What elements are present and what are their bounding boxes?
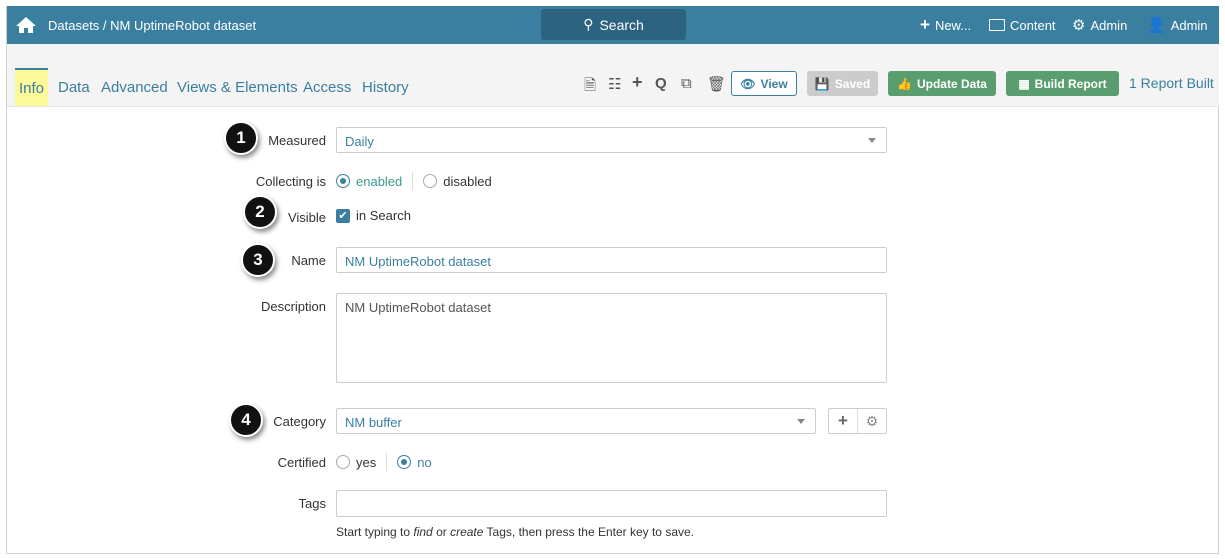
search-icon[interactable]: Q (655, 75, 667, 92)
enabled-label[interactable]: enabled (356, 174, 402, 189)
content-label: Content (1010, 17, 1056, 33)
chevron-down-icon (797, 419, 805, 424)
home-button[interactable] (15, 6, 37, 44)
plus-icon: + (920, 15, 930, 34)
step-badge-4: 4 (229, 403, 263, 437)
category-select[interactable]: NM buffer (336, 408, 816, 434)
document-icon[interactable]: 🗎 (584, 75, 596, 100)
build-report-button[interactable]: ▦ Build Report (1006, 71, 1119, 96)
new-label: New... (934, 17, 972, 33)
view-button[interactable]: 👁 View (731, 71, 797, 96)
search-icon: ⚲ (583, 16, 594, 32)
toolbar: Info Data Advanced Views & Elements Acce… (7, 44, 1219, 107)
help-text: or (432, 525, 451, 539)
update-data-label: Update Data (916, 76, 987, 91)
new-button[interactable]: + New... (920, 6, 971, 44)
thumbs-up-icon: 👍 (897, 76, 912, 91)
folder-icon (989, 19, 1005, 31)
chevron-down-icon (868, 138, 876, 143)
update-data-button[interactable]: 👍 Update Data (888, 71, 996, 96)
tab-history[interactable]: History (362, 68, 409, 106)
name-label: Name (291, 253, 326, 268)
breadcrumb[interactable]: Datasets / NM UptimeRobot dataset (48, 6, 256, 44)
tab-info[interactable]: Info (15, 68, 49, 106)
user-icon: 👤 (1147, 17, 1166, 34)
view-label: View (760, 76, 788, 91)
divider (386, 453, 388, 471)
search-button[interactable]: ⚲ Search (541, 9, 686, 40)
plus-icon[interactable]: + (632, 72, 643, 93)
copy-icon[interactable]: ⧉ (681, 75, 692, 92)
gear-icon: ⚙ (1072, 17, 1086, 34)
hierarchy-icon[interactable]: ☷ (608, 75, 621, 93)
saved-button[interactable]: 💾 Saved (807, 71, 878, 96)
admin-settings-button[interactable]: ⚙ Admin (1072, 6, 1127, 44)
save-icon: 💾 (814, 76, 830, 91)
collecting-label: Collecting is (255, 174, 326, 189)
user-label: Admin (1170, 17, 1208, 33)
top-bar: Datasets / NM UptimeRobot dataset ⚲ Searc… (7, 6, 1219, 44)
certified-label: Certified (277, 455, 326, 470)
build-report-label: Build Report (1034, 76, 1107, 91)
enabled-radio[interactable] (336, 174, 350, 188)
tags-input[interactable] (336, 490, 887, 517)
search-label: Search (599, 16, 644, 33)
step-badge-1: 1 (224, 121, 258, 155)
table-icon: ▦ (1018, 76, 1030, 91)
step-badge-3: 3 (241, 243, 275, 277)
in-search-label[interactable]: in Search (356, 208, 411, 223)
help-text: Start typing to (336, 525, 414, 539)
user-menu[interactable]: 👤 Admin (1147, 6, 1208, 44)
category-actions: + ⚙ (828, 408, 887, 434)
help-find: find (413, 525, 433, 539)
help-create: create (450, 525, 484, 539)
step-badge-2: 2 (243, 195, 277, 229)
tab-data[interactable]: Data (58, 68, 90, 106)
description-textarea[interactable]: NM UptimeRobot dataset (336, 293, 887, 383)
tab-views-elements[interactable]: Views & Elements (177, 68, 298, 106)
add-category-button[interactable]: + (829, 409, 858, 433)
tab-access[interactable]: Access (303, 68, 351, 106)
no-label[interactable]: no (417, 455, 431, 470)
yes-label[interactable]: yes (356, 455, 376, 470)
help-text: Tags, then press the Enter key to save. (483, 525, 694, 539)
reports-built-link[interactable]: 1 Report Built (1129, 75, 1214, 91)
measured-select[interactable]: Daily (336, 127, 887, 153)
visible-label: Visible (287, 210, 326, 225)
trash-icon[interactable]: 🗑 (707, 75, 726, 93)
category-settings-button[interactable]: ⚙ (858, 409, 886, 433)
in-search-checkbox[interactable]: ✔ (336, 208, 350, 223)
measured-label: Measured (268, 133, 326, 148)
category-value: NM buffer (345, 415, 402, 430)
eye-icon: 👁 (740, 76, 756, 91)
disabled-label[interactable]: disabled (443, 174, 491, 189)
saved-label: Saved (834, 76, 871, 91)
name-input[interactable]: NM UptimeRobot dataset (336, 247, 887, 273)
home-icon (16, 17, 36, 33)
disabled-radio[interactable] (423, 174, 438, 188)
divider (412, 172, 414, 190)
tags-help-text: Start typing to find or create Tags, the… (336, 525, 694, 539)
admin-settings-label: Admin (1090, 17, 1128, 33)
measured-value: Daily (345, 134, 374, 149)
certified-yes-radio[interactable] (336, 455, 350, 469)
tab-advanced[interactable]: Advanced (101, 68, 168, 106)
category-label: Category (273, 414, 326, 429)
certified-no-radio[interactable] (397, 455, 412, 469)
content-button[interactable]: Content (989, 6, 1056, 44)
tags-label: Tags (298, 496, 326, 511)
description-label: Description (260, 299, 326, 314)
